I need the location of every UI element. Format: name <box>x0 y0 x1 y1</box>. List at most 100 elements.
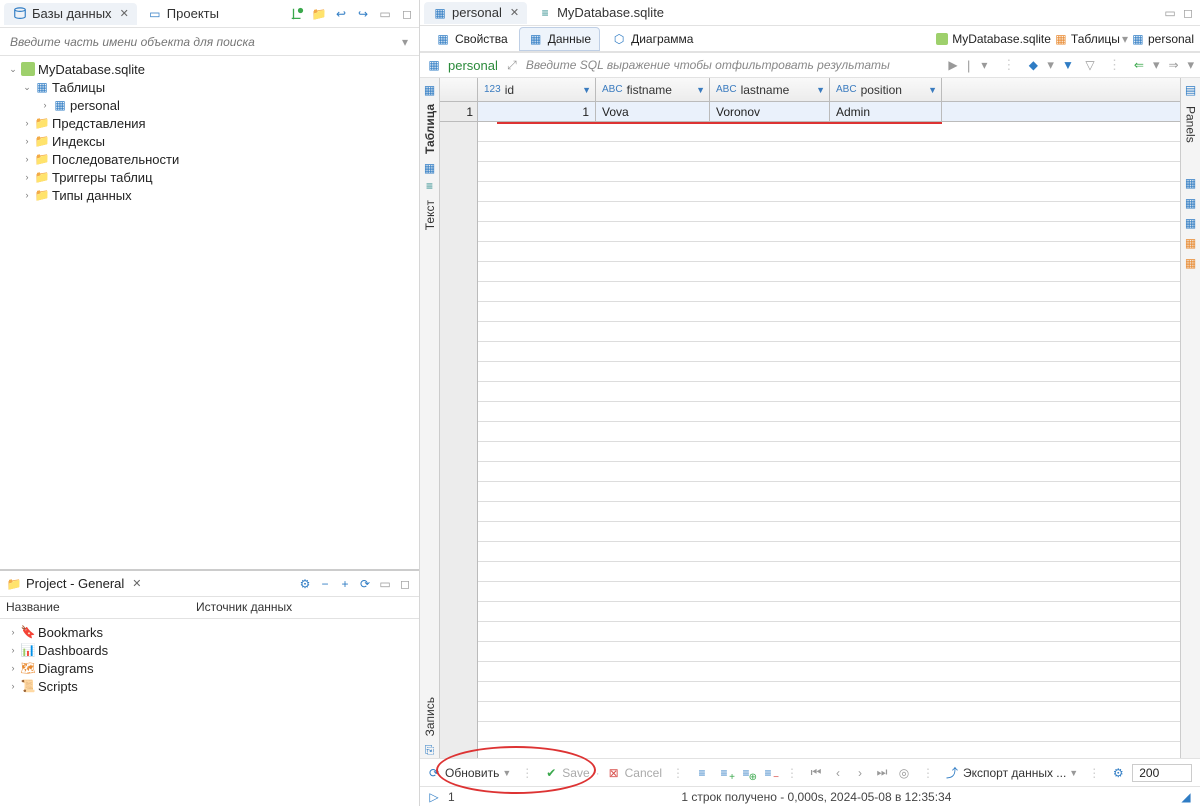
col-name[interactable]: Название <box>0 597 190 618</box>
tree-triggers[interactable]: ›📁 Триггеры таблиц <box>2 168 417 186</box>
play-icon[interactable]: ▶ <box>945 57 961 73</box>
header-lastname[interactable]: ABC lastname ▼ <box>710 78 830 101</box>
tree-types[interactable]: ›📁 Типы данных <box>2 186 417 204</box>
database-icon <box>12 6 28 22</box>
nav-first-icon[interactable]: ⏮ <box>808 765 824 781</box>
panel-icon-1[interactable]: ▦ <box>1183 175 1199 191</box>
data-row-1[interactable]: 1 1 Vova Voronov Admin <box>440 102 1180 122</box>
row-del-icon[interactable]: ≡− <box>760 765 776 781</box>
search-input[interactable] <box>6 31 397 53</box>
editor-tab-personal[interactable]: ▦ personal ✕ <box>424 2 527 24</box>
export-button[interactable]: ⤴ Экспорт данных ... ▼ <box>944 765 1078 781</box>
sql-filter-input[interactable]: Введите SQL выражение чтобы отфильтроват… <box>526 58 939 72</box>
panel-title: Project - General <box>26 576 124 591</box>
record-icon[interactable]: ⎘ <box>422 742 438 758</box>
scripts-icon: 📜 <box>20 678 36 694</box>
sort-icon[interactable]: ▼ <box>582 85 591 95</box>
header-rownum[interactable] <box>440 78 478 101</box>
item-bookmarks[interactable]: ›🔖 Bookmarks <box>2 623 417 641</box>
item-dashboards[interactable]: ›📊 Dashboards <box>2 641 417 659</box>
text-mode-icon[interactable]: ≡ <box>422 178 438 194</box>
refresh-button[interactable]: ⟳ Обновить ▼ <box>426 765 511 781</box>
col-source[interactable]: Источник данных <box>190 597 298 618</box>
plus-icon[interactable]: + <box>337 576 353 592</box>
row-add-icon[interactable]: ≡+ <box>716 765 732 781</box>
vtab-record[interactable]: Запись <box>423 693 437 740</box>
tab-projects[interactable]: ▭ Проекты <box>139 3 227 25</box>
close-icon[interactable]: ✕ <box>132 577 141 590</box>
data-grid: 123 id ▼ ABC fistname ▼ ABC lastname ▼ <box>440 78 1180 758</box>
props-icon: ▦ <box>435 31 451 47</box>
gear-icon[interactable]: ⚙ <box>1110 765 1126 781</box>
tree-personal[interactable]: › ▦ personal <box>2 96 417 114</box>
new-folder-icon[interactable]: 📁 <box>311 6 327 22</box>
header-id[interactable]: 123 id ▼ <box>478 78 596 101</box>
panel-icon-5[interactable]: ▦ <box>1183 255 1199 271</box>
minimize-icon[interactable]: ▭ <box>1162 5 1178 21</box>
minimize-icon[interactable]: ▭ <box>377 576 393 592</box>
table-mode-icon[interactable]: ▦ <box>422 82 438 98</box>
nav-back-icon[interactable]: ⇐ <box>1131 57 1147 73</box>
sort-icon[interactable]: ▼ <box>816 85 825 95</box>
item-diagrams[interactable]: ›🗺 Diagrams <box>2 659 417 677</box>
arrow-right-icon[interactable]: ↪ <box>355 6 371 22</box>
tree-sequences[interactable]: ›📁 Последовательности <box>2 150 417 168</box>
nav-target-icon[interactable]: ◎ <box>896 765 912 781</box>
maximize-icon[interactable]: ◻ <box>397 576 413 592</box>
sort-icon[interactable]: ▼ <box>696 85 705 95</box>
crumb-tables[interactable]: Таблицы <box>1071 32 1120 46</box>
page-size-input[interactable]: 200 <box>1132 764 1192 782</box>
panel-icon-3[interactable]: ▦ <box>1183 215 1199 231</box>
vtab-table[interactable]: Таблица <box>423 100 437 158</box>
editor-tabs: ▦ personal ✕ ≡ MyDatabase.sqlite ▭ ◻ <box>420 0 1200 26</box>
nav-last-icon[interactable]: ⏭ <box>874 765 890 781</box>
row-edit-icon[interactable]: ≡ <box>694 765 710 781</box>
arrow-left-icon[interactable]: ↩ <box>333 6 349 22</box>
filter-off-icon[interactable]: ▽ <box>1082 57 1098 73</box>
panels-icon[interactable]: ▤ <box>1183 82 1199 98</box>
minus-icon[interactable]: − <box>317 576 333 592</box>
editor-tab-script[interactable]: ≡ MyDatabase.sqlite <box>529 2 672 24</box>
item-scripts[interactable]: ›📜 Scripts <box>2 677 417 695</box>
tab-databases[interactable]: Базы данных ✕ <box>4 3 137 25</box>
subtab-data[interactable]: ▦ Данные <box>519 27 600 51</box>
sort-icon[interactable]: ▼ <box>928 85 937 95</box>
panel-icon-2[interactable]: ▦ <box>1183 195 1199 211</box>
nav-next-icon[interactable]: › <box>852 765 868 781</box>
minimize-icon[interactable]: ▭ <box>377 6 393 22</box>
eraser-icon[interactable]: ◆ <box>1025 57 1041 73</box>
refresh-icon[interactable]: ⟳ <box>357 576 373 592</box>
header-position[interactable]: ABC position ▼ <box>830 78 942 101</box>
nav-fwd-icon[interactable]: ⇒ <box>1165 57 1181 73</box>
crumb-db[interactable]: MyDatabase.sqlite <box>952 32 1051 46</box>
crumb-table[interactable]: personal <box>1148 32 1194 46</box>
cell-firstname[interactable]: Vova <box>596 102 710 121</box>
filter-icon[interactable]: ▾ <box>397 34 413 50</box>
subtab-props[interactable]: ▦ Свойства <box>426 27 517 51</box>
filter-funnel-icon[interactable]: ▼ <box>1060 57 1076 73</box>
grid-mode-icon[interactable]: ▦ <box>422 160 438 176</box>
expand-icon[interactable]: ⤢ <box>504 57 520 73</box>
close-icon[interactable]: ✕ <box>510 6 519 19</box>
maximize-icon[interactable]: ◻ <box>399 6 415 22</box>
cell-lastname[interactable]: Voronov <box>710 102 830 121</box>
gear-icon[interactable]: ⚙ <box>297 576 313 592</box>
corner-icon[interactable]: ◢ <box>1178 789 1194 805</box>
cell-id[interactable]: 1 <box>478 102 596 121</box>
maximize-icon[interactable]: ◻ <box>1180 5 1196 21</box>
tree-views[interactable]: ›📁 Представления <box>2 114 417 132</box>
close-icon[interactable]: ✕ <box>120 7 129 20</box>
header-firstname[interactable]: ABC fistname ▼ <box>596 78 710 101</box>
nav-prev-icon[interactable]: ‹ <box>830 765 846 781</box>
tree-tables[interactable]: ⌄ ▦ Таблицы <box>2 78 417 96</box>
row-dup-icon[interactable]: ≡⊕ <box>738 765 754 781</box>
subtab-diagram[interactable]: ⬡ Диаграмма <box>602 27 702 51</box>
add-connection-icon[interactable] <box>289 6 305 22</box>
cell-position[interactable]: Admin <box>830 102 942 121</box>
dropdown-icon[interactable]: ▾ <box>976 57 992 73</box>
vtab-text[interactable]: Текст <box>423 196 437 234</box>
tree-indexes[interactable]: ›📁 Индексы <box>2 132 417 150</box>
panel-icon-4[interactable]: ▦ <box>1183 235 1199 251</box>
vtab-panels[interactable]: Panels <box>1184 102 1198 147</box>
tree-root[interactable]: ⌄ MyDatabase.sqlite <box>2 60 417 78</box>
